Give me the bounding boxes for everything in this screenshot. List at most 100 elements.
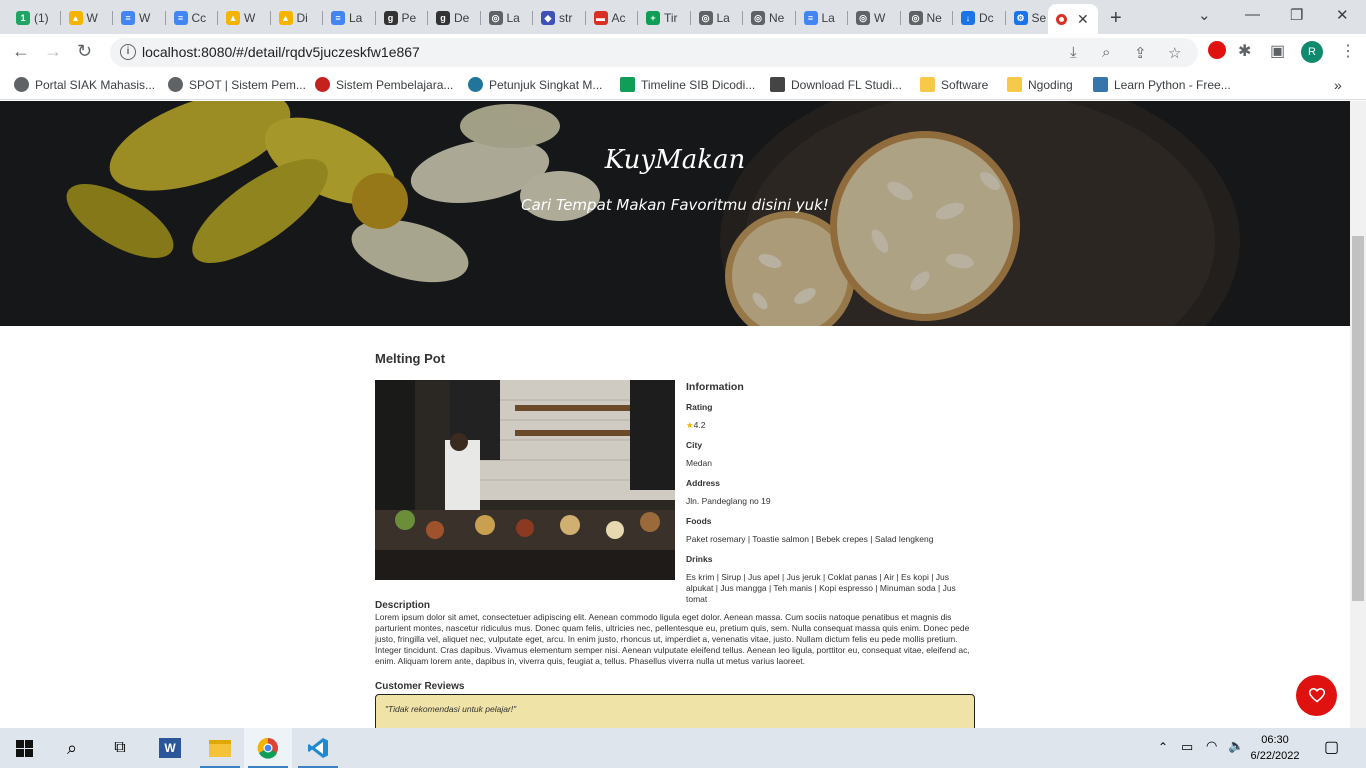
tab-title: W <box>86 11 98 25</box>
task-view-icon[interactable]: ⧉ <box>96 728 144 768</box>
chrome-menu-icon[interactable]: ⋮ <box>1340 41 1356 61</box>
bookmark-label: Sistem Pembelajara... <box>336 77 454 92</box>
site-info-icon[interactable]: i <box>120 44 136 60</box>
bookmark-favicon-icon <box>468 77 483 92</box>
zoom-icon[interactable]: ⌕ <box>1102 44 1110 61</box>
profile-avatar[interactable]: R <box>1301 41 1323 63</box>
bookmark-favicon-icon <box>1093 77 1108 92</box>
windows-logo-icon <box>15 739 33 757</box>
restore-button[interactable]: ❐ <box>1290 6 1303 24</box>
bookmark-label: Ngoding <box>1028 77 1073 92</box>
new-tab-button[interactable]: + <box>1110 7 1122 30</box>
side-panel-icon[interactable]: ▣ <box>1270 41 1285 61</box>
browser-tab[interactable]: ≡ W <box>113 4 166 32</box>
bookmark-label: Learn Python - Free... <box>1114 77 1231 92</box>
tab-search-icon[interactable]: ⌄ <box>1198 6 1211 24</box>
browser-tab[interactable]: ▬ Ac <box>586 4 638 32</box>
file-explorer-icon[interactable] <box>196 728 244 768</box>
review-text: "Tidak rekomendasi untuk pelajar!" <box>385 704 517 714</box>
foods-value: Paket rosemary | Toastie salmon | Bebek … <box>686 534 934 544</box>
browser-tab[interactable]: ◎ W <box>848 4 901 32</box>
browser-tab[interactable]: ◎ Ne <box>901 4 953 32</box>
extensions-puzzle-icon[interactable]: ✱ <box>1238 41 1251 61</box>
browser-tab[interactable]: ◆ str <box>533 4 586 32</box>
bookmark-item[interactable]: Petunjuk Singkat M... <box>468 77 602 92</box>
tab-favicon-icon: ≡ <box>331 11 345 25</box>
share-icon[interactable]: ⇪ <box>1134 44 1147 62</box>
minimize-button[interactable]: — <box>1245 6 1260 23</box>
browser-tab[interactable]: ◎ La <box>691 4 743 32</box>
browser-tab[interactable]: + Tir <box>638 4 691 32</box>
browser-tab[interactable]: 1 (1) <box>8 4 61 32</box>
browser-tab[interactable]: ≡ La <box>323 4 376 32</box>
scrollbar-thumb[interactable] <box>1352 236 1364 601</box>
bookmark-item[interactable]: Ngoding <box>1007 77 1073 92</box>
tab-title: De <box>454 11 470 25</box>
bookmark-item[interactable]: SPOT | Sistem Pem... <box>168 77 306 92</box>
favorite-button[interactable] <box>1296 675 1337 716</box>
tab-favicon-icon: ◎ <box>751 11 765 25</box>
bookmark-label: SPOT | Sistem Pem... <box>189 77 306 92</box>
tab-favicon-icon: ⚙ <box>1013 11 1028 25</box>
install-app-icon[interactable]: ⤓ <box>1070 44 1077 61</box>
browser-tab[interactable]: g Pe <box>376 4 428 32</box>
restaurant-name: Melting Pot <box>375 351 446 366</box>
reload-icon[interactable]: ↻ <box>77 41 92 62</box>
vscode-app-icon[interactable] <box>294 728 342 768</box>
browser-tab[interactable]: ≡ Cc <box>166 4 218 32</box>
tab-title: Tir <box>664 11 678 25</box>
url-text[interactable]: localhost:8080/#/detail/rqdv5juczeskfw1e… <box>142 44 420 60</box>
wifi-icon[interactable]: ◠ <box>1206 738 1217 754</box>
browser-tab[interactable]: g De <box>428 4 481 32</box>
browser-tab[interactable]: ◎ Ne <box>743 4 796 32</box>
bookmark-item[interactable]: Software <box>920 77 988 92</box>
drinks-value: Es krim | Sirup | Jus apel | Jus jeruk |… <box>686 572 956 604</box>
rating-label: Rating <box>686 402 713 412</box>
windows-taskbar: ⌕ ⧉ W ⌃ ▭ ◠ 🔈 06:30 6/22/2022 ▢ <box>0 728 1366 768</box>
review-card: "Tidak rekomendasi untuk pelajar!" <box>375 694 975 728</box>
tab-favicon-icon: ◎ <box>908 11 923 25</box>
battery-icon[interactable]: ▭ <box>1181 739 1193 755</box>
browser-toolbar: ← → ↻ i localhost:8080/#/detail/rqdv5juc… <box>0 34 1366 70</box>
address-bar[interactable]: i localhost:8080/#/detail/rqdv5juczeskfw… <box>110 38 1198 67</box>
browser-tab[interactable]: ≡ La <box>796 4 848 32</box>
bookmark-label: Download FL Studi... <box>791 77 902 92</box>
word-app-icon[interactable]: W <box>146 728 194 768</box>
tab-title: W <box>244 11 256 25</box>
information-panel: Information Rating ★4.2 City Medan Addre… <box>686 380 976 605</box>
system-clock[interactable]: 06:30 6/22/2022 <box>1240 732 1310 764</box>
start-button[interactable] <box>0 728 48 768</box>
browser-tab[interactable]: ◎ La <box>481 4 533 32</box>
description-text: Lorem ipsum dolor sit amet, consectetuer… <box>375 612 970 666</box>
tab-title: Dc <box>979 11 994 25</box>
page-scrollbar[interactable] <box>1350 101 1366 728</box>
chevron-up-icon[interactable]: ⌃ <box>1158 740 1168 754</box>
city-label: City <box>686 440 703 450</box>
chrome-app-icon[interactable] <box>244 728 292 768</box>
more-bookmarks-icon[interactable]: » <box>1334 77 1342 93</box>
back-arrow-icon[interactable]: ← <box>12 41 30 62</box>
browser-tab[interactable]: ▲ W <box>61 4 113 32</box>
browser-tab[interactable]: ▲ Di <box>271 4 323 32</box>
bookmark-item[interactable]: Sistem Pembelajara... <box>315 77 453 92</box>
bookmark-item[interactable]: Portal SIAK Mahasis... <box>14 77 155 92</box>
page-viewport: KuyMakan Cari Tempat Makan Favoritmu dis… <box>0 101 1350 728</box>
bookmark-item[interactable]: Timeline SIB Dicodi... <box>620 77 755 92</box>
tab-title: La <box>716 11 730 25</box>
tab-title: La <box>349 11 363 25</box>
notification-icon[interactable]: ▢ <box>1324 737 1339 757</box>
close-tab-icon[interactable]: ✕ <box>1077 11 1089 28</box>
forward-arrow-icon[interactable]: → <box>44 41 62 62</box>
bookmark-star-icon[interactable]: ☆ <box>1168 44 1181 62</box>
search-icon[interactable]: ⌕ <box>48 728 96 768</box>
browser-tab[interactable]: ▲ W <box>218 4 271 32</box>
bookmark-item[interactable]: Download FL Studi... <box>770 77 902 92</box>
tab-favicon-icon: ◎ <box>488 11 503 25</box>
adblock-extension-icon[interactable] <box>1208 41 1226 59</box>
bookmark-item[interactable]: Learn Python - Free... <box>1093 77 1231 92</box>
description-heading: Description <box>375 600 431 611</box>
close-window-button[interactable]: ✕ <box>1336 6 1349 24</box>
tab-favicon-icon <box>1056 13 1067 25</box>
active-tab[interactable]: ✕ <box>1048 4 1098 34</box>
browser-tab[interactable]: ↓ Dc <box>953 4 1006 32</box>
